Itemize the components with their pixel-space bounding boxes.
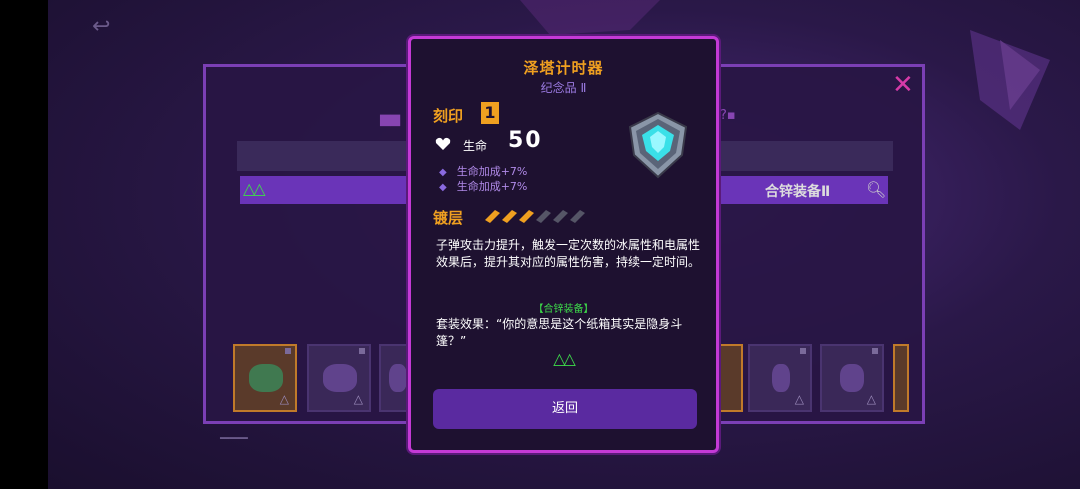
zeta-timer-emblem-icon [628, 111, 688, 179]
crystal-decoration [520, 0, 660, 35]
coating-pip-empty [536, 210, 551, 223]
item-slot[interactable]: △ [233, 344, 297, 412]
set-icon: △△ [243, 179, 266, 198]
back-button[interactable]: 返回 [433, 389, 697, 429]
set-name: 【合锌装备】 [533, 304, 594, 315]
item-slot[interactable]: △ [820, 344, 884, 412]
engrave-label: 刻印 [433, 107, 464, 125]
coating-level-bar [485, 210, 585, 223]
item-slot[interactable]: △ [748, 344, 812, 412]
panel-title-fragment: ▆▆ [380, 112, 400, 127]
close-icon[interactable]: ✕ [892, 72, 914, 98]
item-description: 子弹攻击力提升，触发一定次数的冰属性和电属性效果后，提升其对应的属性伤害，持续一… [436, 238, 701, 269]
hp-value: 50 [508, 128, 543, 153]
item-slot[interactable] [719, 344, 743, 412]
back-arrow-icon[interactable]: ↩ [92, 16, 118, 38]
coating-pip-filled [519, 210, 534, 223]
item-detail-modal: 泽塔计时器 纪念品 Ⅱ 刻印 1 生命 50 ◆ 生命加成+7% ◆ 生命加成+7%… [408, 36, 719, 453]
item-slot[interactable] [893, 344, 909, 412]
screen-edge [0, 0, 48, 489]
bonus-line: ◆ 生命加成+7% [439, 165, 528, 178]
engrave-level-badge: 1 [481, 102, 499, 124]
diamond-icon: ◆ [439, 182, 447, 193]
item-slot[interactable] [379, 344, 409, 412]
crystal-decoration [970, 30, 1050, 130]
coating-pip-filled [485, 210, 500, 223]
set-effect: 套装效果：“你的意思是这个纸箱其实是隐身斗篷？” [436, 317, 683, 348]
coating-pip-filled [502, 210, 517, 223]
coating-pip-empty [570, 210, 585, 223]
hp-label: 生命 [463, 139, 488, 153]
coating-pip-empty [553, 210, 568, 223]
set-icon: △△ [553, 349, 576, 368]
heart-icon [435, 137, 451, 150]
search-label: 合锌装备Ⅱ [765, 184, 831, 200]
background-label-fragment: ▁▁▁ [220, 425, 248, 439]
item-title: 泽塔计时器 [523, 59, 604, 77]
search-icon[interactable]: 🔍︎ [866, 180, 886, 199]
panel-title-fragment: ?▪ [720, 108, 736, 123]
bonus-line: ◆ 生命加成+7% [439, 180, 528, 193]
diamond-icon: ◆ [439, 167, 447, 178]
item-slot[interactable]: △ [307, 344, 371, 412]
item-subtitle: 纪念品 Ⅱ [540, 81, 587, 95]
coating-label: 镀层 [433, 209, 464, 227]
